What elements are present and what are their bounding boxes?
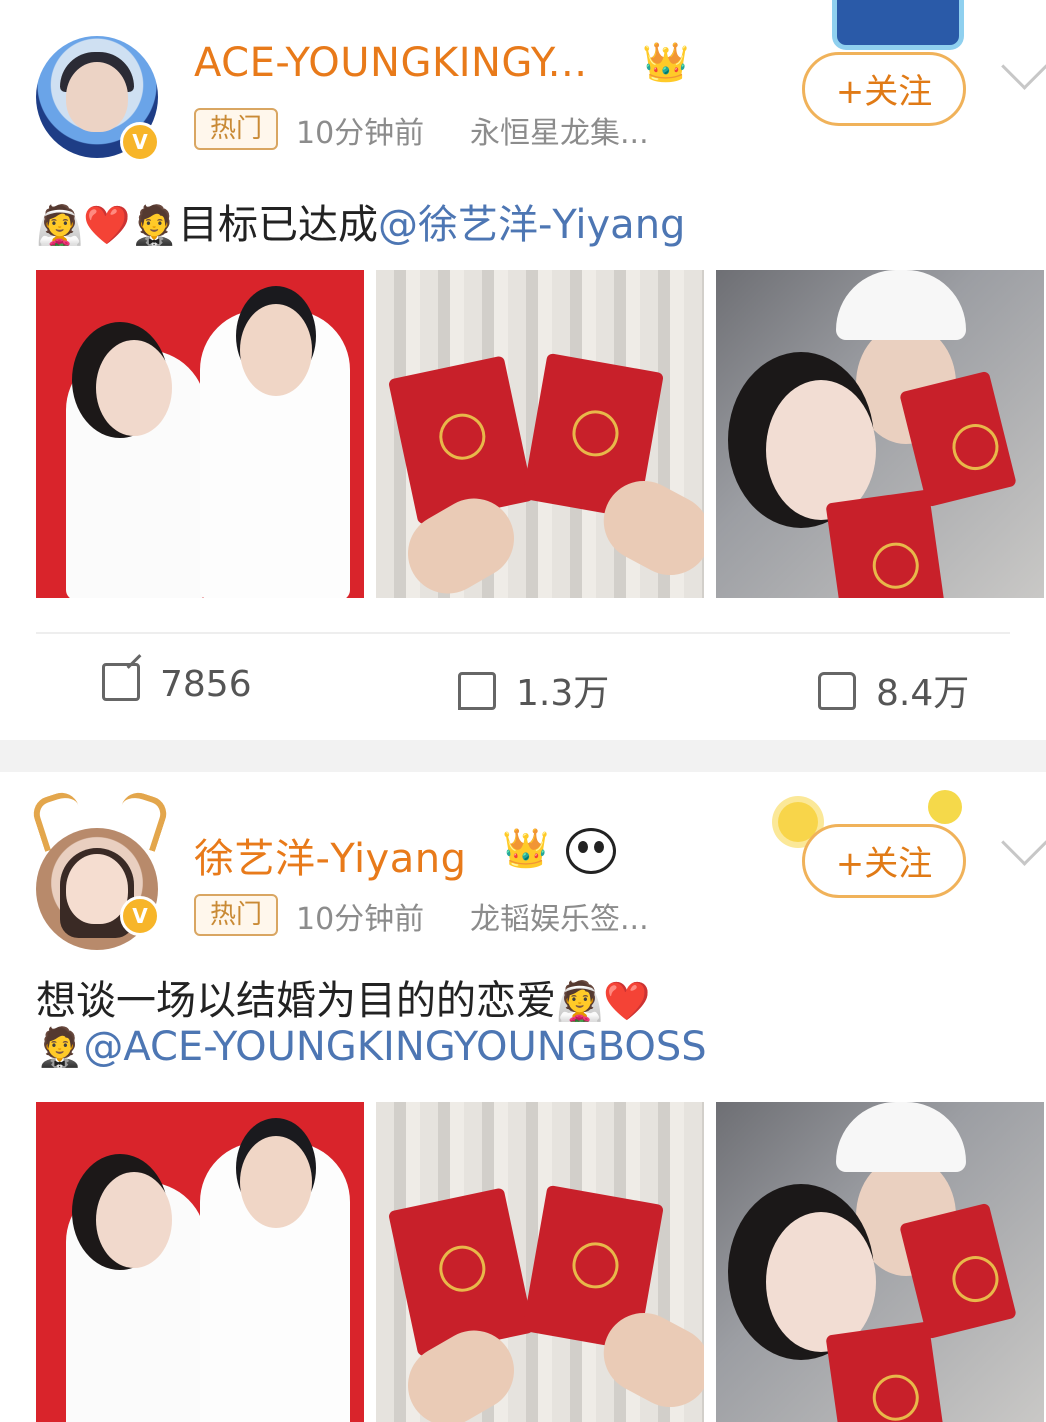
- post-text-line2: 🤵@ACE-YOUNGKINGYOUNGBOSS: [36, 1024, 707, 1070]
- repost-count: 7856: [160, 664, 252, 705]
- repost-icon: [102, 663, 140, 701]
- post-text: 👰❤️🤵目标已达成@徐艺洋-Yiyang: [36, 192, 685, 250]
- chevron-down-icon[interactable]: [1001, 819, 1046, 866]
- post-image-3[interactable]: [716, 270, 1044, 598]
- username[interactable]: 徐艺洋-Yiyang: [194, 826, 466, 884]
- post-text-body: 目标已达成: [177, 202, 378, 248]
- post-image-2[interactable]: [376, 270, 704, 598]
- hot-tag: 热门: [194, 894, 278, 936]
- follow-button[interactable]: +关注: [802, 824, 966, 898]
- smile-decoration-icon: [928, 790, 962, 824]
- crown-icon: 👑: [502, 826, 550, 870]
- crown-icon: 👑: [642, 40, 690, 84]
- post-image-1[interactable]: [36, 1102, 364, 1422]
- post-image-3[interactable]: [716, 1102, 1044, 1422]
- repost-button[interactable]: 7856: [102, 663, 252, 705]
- like-count: 8.4万: [876, 673, 970, 714]
- emoji-suffix: 👰❤️: [556, 979, 651, 1023]
- post-card-2: V 徐艺洋-Yiyang 👑 热门 10分钟前 龙韬娱乐签... +关注 想谈一…: [0, 772, 1046, 1422]
- verified-icon: V: [120, 122, 160, 162]
- follow-button[interactable]: +关注: [802, 52, 966, 126]
- post-image-1[interactable]: [36, 270, 364, 598]
- divider: [36, 632, 1010, 634]
- post-source: 龙韬娱乐签...: [470, 902, 649, 937]
- decoration-badge: [832, 0, 964, 50]
- comment-count: 1.3万: [516, 673, 610, 714]
- chevron-down-icon[interactable]: [1001, 43, 1046, 90]
- post-time: 10分钟前: [296, 902, 425, 937]
- username[interactable]: ACE-YOUNGKINGY...: [194, 40, 587, 86]
- feed-separator: [0, 740, 1046, 772]
- post-card-1: V ACE-YOUNGKINGY... 👑 热门 10分钟前 永恒星龙集... …: [0, 0, 1046, 740]
- panda-icon: [566, 828, 616, 874]
- post-time: 10分钟前: [296, 116, 425, 151]
- mention-link[interactable]: @徐艺洋-Yiyang: [378, 202, 685, 248]
- hot-tag: 热门: [194, 108, 278, 150]
- post-source: 永恒星龙集...: [470, 116, 649, 151]
- like-button[interactable]: 8.4万: [818, 664, 969, 716]
- emoji-prefix: 👰❤️🤵: [36, 203, 178, 247]
- post-text: 想谈一场以结婚为目的的恋爱👰❤️: [36, 968, 651, 1026]
- emoji-groom: 🤵: [36, 1025, 84, 1069]
- like-icon: [818, 672, 856, 710]
- verified-icon: V: [120, 896, 160, 936]
- post-text-body: 想谈一场以结婚为目的的恋爱: [36, 978, 556, 1024]
- comment-button[interactable]: 1.3万: [458, 664, 609, 716]
- mention-link[interactable]: @ACE-YOUNGKINGYOUNGBOSS: [83, 1024, 706, 1070]
- comment-icon: [458, 672, 496, 710]
- post-image-2[interactable]: [376, 1102, 704, 1422]
